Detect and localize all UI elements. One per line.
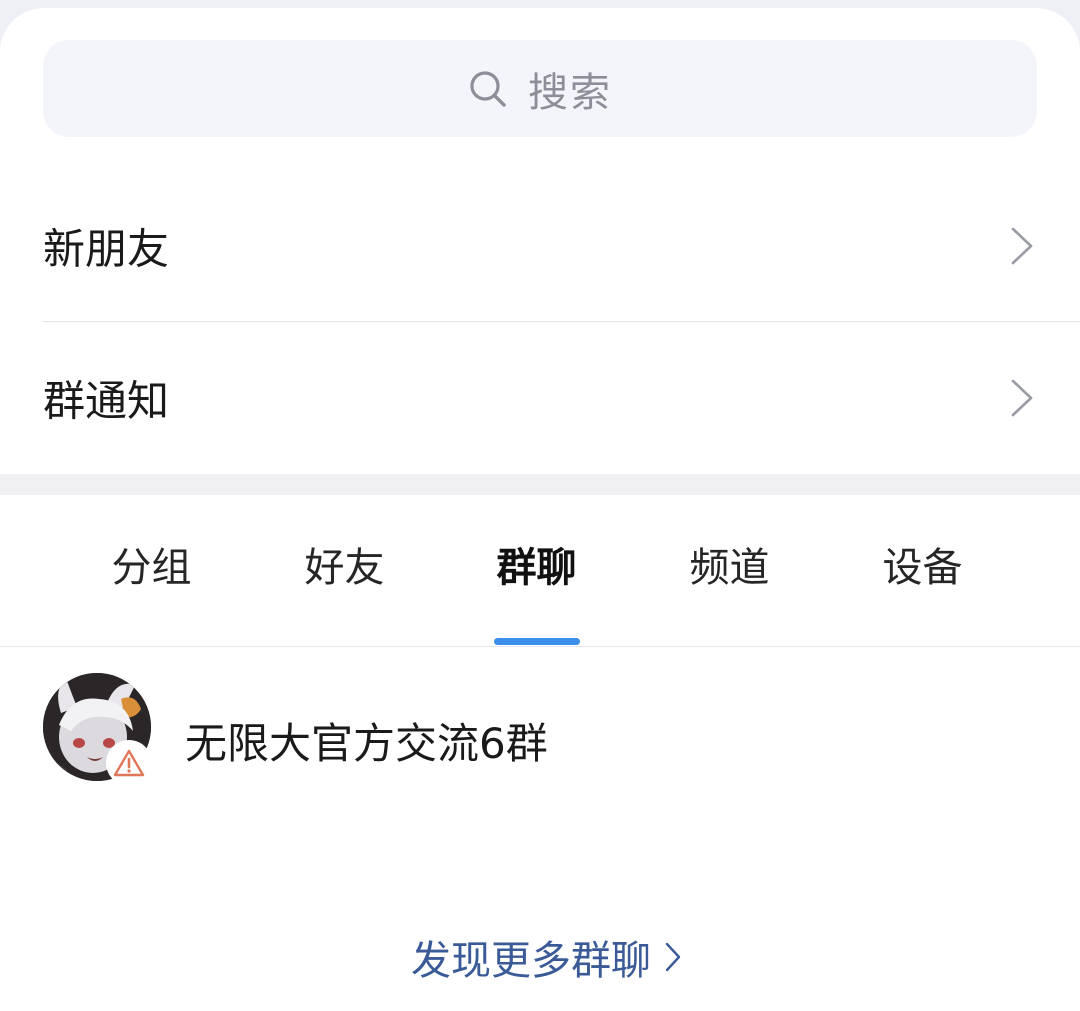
new-friends-label: 新朋友	[43, 224, 170, 274]
search-placeholder: 搜索	[528, 69, 612, 116]
tab-friends[interactable]: 好友	[248, 535, 441, 593]
tab-group-chats[interactable]: 群聊	[440, 535, 633, 593]
chevron-right-icon	[1011, 379, 1033, 417]
group-name: 无限大官方交流6群	[185, 719, 548, 768]
list-item[interactable]: 无限大官方交流6群	[0, 666, 1080, 790]
section-separator	[0, 474, 1080, 495]
contacts-panel: 搜索 新朋友 群通知 分组 好友 群聊 频道 设备 无限大官方交流6群 发现更多…	[0, 8, 1080, 1011]
tabs-divider	[0, 646, 1080, 647]
contact-tabs: 分组 好友 群聊 频道 设备	[0, 495, 1080, 646]
discover-more-label: 发现更多群聊	[411, 938, 651, 984]
tab-devices[interactable]: 设备	[826, 535, 1019, 593]
active-tab-indicator	[494, 638, 580, 645]
search-icon	[470, 70, 506, 107]
new-friends-row[interactable]: 新朋友	[0, 170, 1080, 322]
chevron-right-icon	[665, 942, 681, 972]
group-notice-row[interactable]: 群通知	[0, 322, 1080, 474]
tab-channels[interactable]: 频道	[633, 535, 826, 593]
group-notice-label: 群通知	[43, 376, 170, 426]
warning-icon	[113, 749, 145, 777]
tab-groups[interactable]: 分组	[55, 535, 248, 593]
search-bar[interactable]: 搜索	[43, 40, 1037, 137]
discover-more-link[interactable]: 发现更多群聊	[0, 928, 1080, 986]
chevron-right-icon	[1011, 227, 1033, 265]
warning-badge	[106, 740, 152, 786]
